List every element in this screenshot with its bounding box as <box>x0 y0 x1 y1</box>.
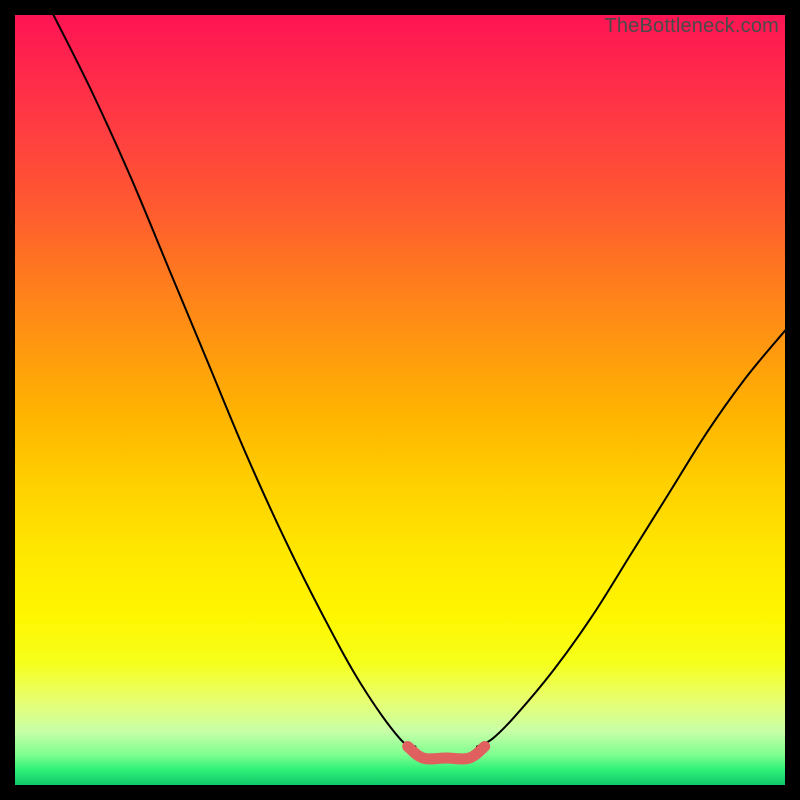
curve-right <box>477 331 785 747</box>
chart-frame: TheBottleneck.com <box>0 0 800 800</box>
plot-area: TheBottleneck.com <box>15 15 785 785</box>
trough-band <box>408 747 485 759</box>
chart-svg <box>15 15 785 785</box>
curve-left <box>54 15 416 747</box>
